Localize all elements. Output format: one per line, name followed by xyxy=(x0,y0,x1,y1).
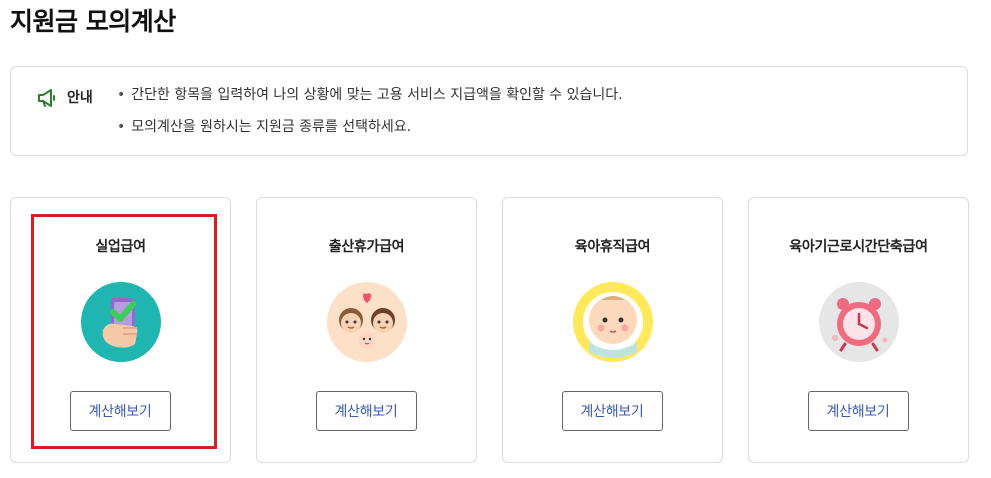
phone-checkmark-icon xyxy=(80,282,161,362)
page-title: 지원금 모의계산 xyxy=(10,7,176,36)
card-title: 출산휴가급여 xyxy=(328,239,405,255)
notice-label: 안내 xyxy=(67,90,93,106)
card-parental-leave-benefit: 육아휴직급여 계산해보기 xyxy=(502,197,723,463)
baby-face-icon xyxy=(572,282,653,362)
calculate-button[interactable]: 계산해보기 xyxy=(561,391,663,431)
notice-list: 간단한 항목을 입력하여 나의 상황에 맞는 고용 서비스 지급액을 확인할 수… xyxy=(117,86,623,150)
card-maternity-leave-benefit: 출산휴가급여 계산해보기 xyxy=(256,197,477,463)
card-title: 육아휴직급여 xyxy=(574,239,651,255)
card-unemployment-benefit: 실업급여 계산해보기 xyxy=(10,197,231,463)
notice-line: 간단한 항목을 입력하여 나의 상황에 맞는 고용 서비스 지급액을 확인할 수… xyxy=(117,86,622,118)
calculate-button[interactable]: 계산해보기 xyxy=(69,391,171,431)
notice-box: 안내 간단한 항목을 입력하여 나의 상황에 맞는 고용 서비스 지급액을 확인… xyxy=(10,66,968,156)
card-reduced-working-hours-benefit: 육아기근로시간단축급여 계산해보기 xyxy=(748,197,969,463)
calculate-button[interactable]: 계산해보기 xyxy=(315,391,417,431)
card-title: 실업급여 xyxy=(95,239,146,255)
parents-baby-icon xyxy=(326,282,407,362)
megaphone-icon xyxy=(38,89,55,107)
alarm-clock-icon xyxy=(818,282,899,362)
card-title: 육아기근로시간단축급여 xyxy=(789,239,928,255)
calculate-button[interactable]: 계산해보기 xyxy=(807,391,909,431)
notice-line: 모의계산을 원하시는 지원금 종류를 선택하세요. xyxy=(117,118,623,150)
